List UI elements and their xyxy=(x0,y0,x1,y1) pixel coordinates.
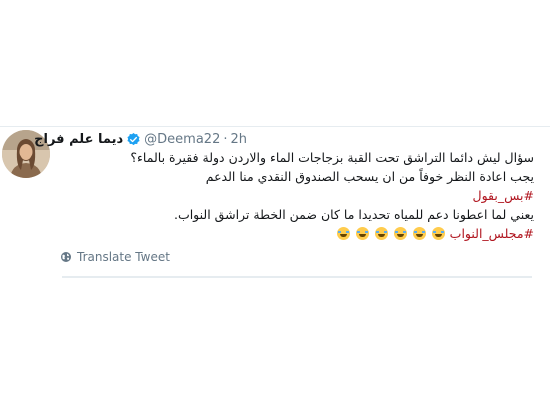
display-name[interactable]: ديما علم فراج xyxy=(34,132,123,147)
face-with-tears-of-joy-icon xyxy=(374,227,388,240)
face-with-tears-of-joy-icon xyxy=(431,227,445,240)
tweet-line-hashtag-emoji: #مجلس_النواب xyxy=(58,224,534,243)
translate-tweet-button[interactable]: Translate Tweet xyxy=(60,250,170,264)
tweet-header: ديما علم فراج @Deema22 · 2h xyxy=(34,130,247,148)
hashtag-link[interactable]: #بس_بقول xyxy=(58,186,534,205)
face-with-tears-of-joy-icon xyxy=(355,227,369,240)
hashtag-link[interactable]: #مجلس_النواب xyxy=(450,226,534,241)
face-with-tears-of-joy-icon xyxy=(412,227,426,240)
user-handle[interactable]: @Deema22 xyxy=(144,132,220,147)
globe-icon xyxy=(61,252,71,262)
tweet-text: سؤال ليش دائما التراشق تحت القبة بزجاجات… xyxy=(58,148,534,243)
separator-dot: · xyxy=(223,131,228,147)
tweet-line: سؤال ليش دائما التراشق تحت القبة بزجاجات… xyxy=(130,150,534,165)
emoji-row xyxy=(336,226,446,241)
face-with-tears-of-joy-icon xyxy=(393,227,407,240)
tweet-line: يعني لما اعطونا دعم للمياه تحديدا ما كان… xyxy=(173,207,534,222)
verified-badge-icon xyxy=(127,132,140,145)
screenshot-frame: ديما علم فراج @Deema22 · 2h سؤال ليش دائ… xyxy=(0,0,550,400)
face-with-tears-of-joy-icon xyxy=(336,227,350,240)
tweet-line: يجب اعادة النظر خوفاً من ان يسحب الصندوق… xyxy=(205,169,534,184)
tweet-timestamp[interactable]: 2h xyxy=(230,132,247,147)
bottom-divider xyxy=(62,276,532,278)
top-divider xyxy=(0,126,550,127)
tweet-card[interactable]: ديما علم فراج @Deema22 · 2h سؤال ليش دائ… xyxy=(0,126,550,280)
translate-label: Translate Tweet xyxy=(77,250,170,264)
